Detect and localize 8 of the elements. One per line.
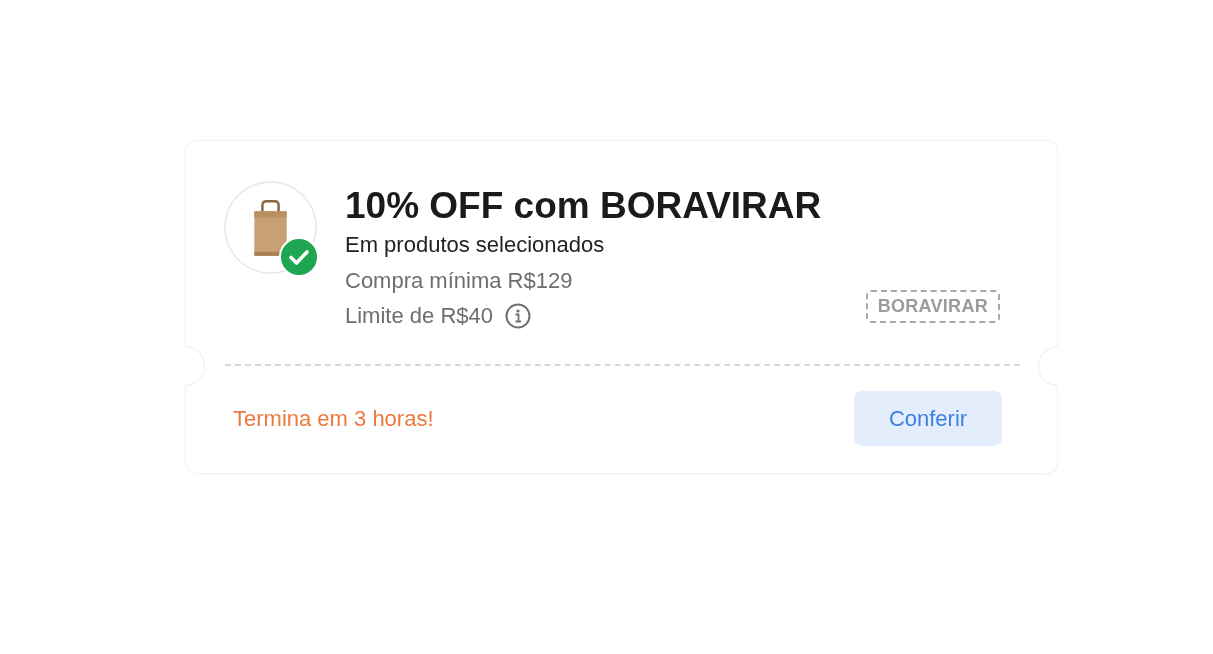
- minimum-purchase: Compra mínima R$129: [345, 267, 573, 295]
- coupon-code: BORAVIRAR: [865, 290, 1000, 323]
- view-button[interactable]: Conferir: [854, 391, 1002, 446]
- coupon-title: 10% OFF com BORAVIRAR: [345, 185, 822, 227]
- coupon-subtitle: Em produtos selecionados: [345, 231, 605, 259]
- expiry-notice: Termina em 3 horas!: [233, 405, 434, 432]
- info-icon[interactable]: [505, 302, 531, 329]
- discount-limit: Limite de R$40: [345, 302, 493, 330]
